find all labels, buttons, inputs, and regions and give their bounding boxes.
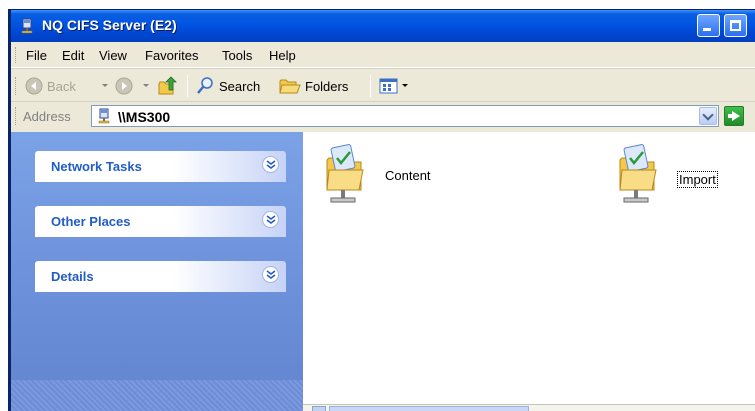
toolbar-grip[interactable] — [15, 77, 18, 95]
address-label: Address — [23, 109, 71, 124]
views-dropdown-icon[interactable] — [402, 84, 408, 87]
content-area: Network Tasks Other Places Details Conte… — [11, 132, 755, 411]
folder-name: Content — [385, 168, 431, 183]
addressbar-grip[interactable] — [15, 107, 18, 125]
address-dropdown-button[interactable] — [699, 107, 717, 125]
scroll-thumb[interactable] — [329, 406, 529, 411]
back-arrow-icon — [25, 77, 43, 95]
task-group-label: Other Places — [51, 214, 131, 229]
folders-button[interactable]: Folders — [279, 74, 348, 98]
expand-chevron-icon[interactable] — [262, 266, 279, 283]
expand-chevron-icon[interactable] — [262, 156, 279, 173]
menu-edit[interactable]: Edit — [62, 48, 84, 63]
up-folder-button[interactable] — [157, 74, 183, 98]
title-bar[interactable]: NQ CIFS Server (E2) — [11, 10, 755, 42]
go-button[interactable] — [724, 106, 744, 126]
shared-folder-icon — [619, 144, 657, 203]
up-folder-icon — [158, 76, 177, 95]
menu-bar: File Edit View Favorites Tools Help — [11, 42, 755, 68]
back-button[interactable]: Back — [25, 74, 76, 98]
views-icon — [379, 78, 398, 94]
shared-folder-icon — [326, 144, 364, 203]
forward-button[interactable] — [115, 74, 137, 98]
address-bar: Address \\MS300 — [11, 102, 755, 130]
network-computer-icon — [97, 108, 113, 127]
forward-arrow-icon — [115, 77, 133, 95]
tasks-pane-footer — [11, 380, 303, 411]
menu-tools[interactable]: Tools — [222, 48, 252, 63]
menu-favorites[interactable]: Favorites — [145, 48, 198, 63]
task-group-network-tasks[interactable]: Network Tasks — [35, 151, 286, 182]
back-label: Back — [47, 78, 76, 94]
shared-folder-item-import[interactable]: Import — [616, 144, 755, 214]
task-group-label: Details — [51, 269, 94, 284]
menu-view[interactable]: View — [99, 48, 127, 63]
search-icon — [197, 77, 213, 94]
minimize-button[interactable] — [697, 14, 720, 37]
menu-help[interactable]: Help — [269, 48, 296, 63]
maximize-button[interactable] — [724, 14, 747, 37]
shared-folder-item-content[interactable]: Content — [323, 144, 483, 214]
task-group-other-places[interactable]: Other Places — [35, 206, 286, 237]
search-label: Search — [219, 78, 261, 94]
explorer-window: NQ CIFS Server (E2) File Edit View Favor… — [8, 9, 755, 411]
files-pane: Content Import — [303, 132, 755, 411]
horizontal-scrollbar[interactable] — [303, 404, 755, 411]
task-group-details[interactable]: Details — [35, 261, 286, 292]
menu-file[interactable]: File — [26, 48, 47, 63]
back-dropdown-icon[interactable] — [102, 84, 108, 87]
address-value: \\MS300 — [118, 109, 171, 125]
window-title: NQ CIFS Server (E2) — [42, 17, 177, 33]
tasks-pane: Network Tasks Other Places Details — [11, 132, 303, 411]
folders-icon — [279, 79, 301, 94]
toolbar-separator — [370, 75, 371, 97]
views-button[interactable] — [379, 74, 403, 98]
forward-dropdown-icon[interactable] — [143, 84, 149, 87]
search-button[interactable]: Search — [195, 74, 260, 98]
address-input[interactable]: \\MS300 — [91, 105, 719, 127]
standard-toolbar: Back Search Folders — [11, 68, 755, 102]
scroll-left-arrow-icon[interactable] — [312, 406, 326, 411]
folder-name: Import — [677, 171, 718, 188]
task-group-label: Network Tasks — [51, 159, 142, 174]
folders-label: Folders — [305, 78, 349, 94]
toolbar-separator — [187, 75, 188, 97]
network-drive-icon — [20, 18, 36, 34]
expand-chevron-icon[interactable] — [262, 211, 279, 228]
menubar-grip[interactable] — [15, 47, 18, 63]
